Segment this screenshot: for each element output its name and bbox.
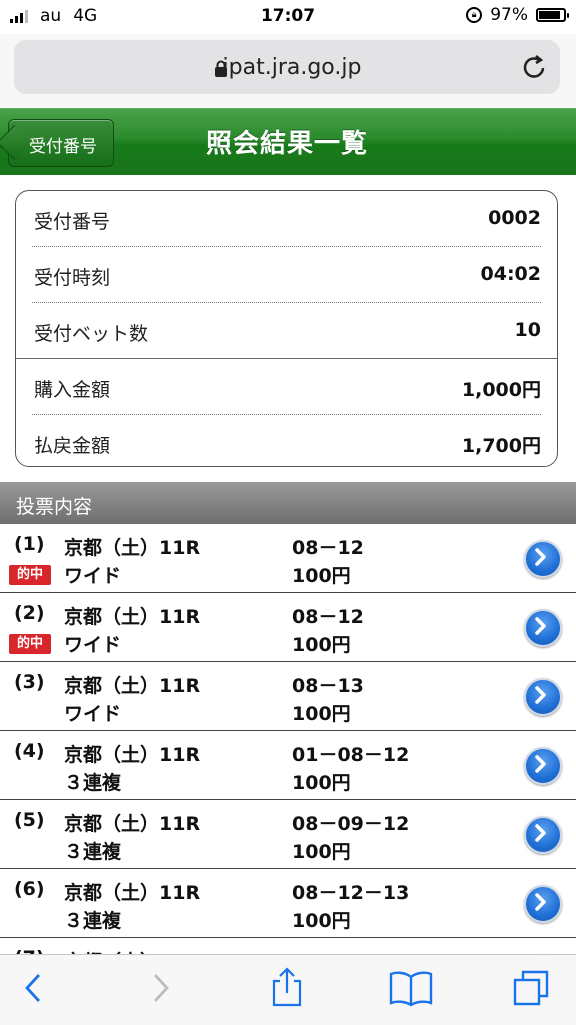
ticket-bet-type: ３連複 xyxy=(64,841,122,863)
detail-arrow-icon[interactable] xyxy=(524,540,562,578)
ticket-combination: 08－12 xyxy=(292,537,364,559)
ticket-bet-type: ３連複 xyxy=(64,910,122,932)
ticket-race: 京都（土）11R xyxy=(64,882,201,904)
ticket-race: 京都（土）11R xyxy=(64,675,201,697)
summary-row: 払戻金額 1,700円 xyxy=(32,415,541,466)
summary-row: 受付時刻 04:02 xyxy=(32,247,541,303)
ticket-number: (1) xyxy=(14,533,45,555)
battery-icon xyxy=(536,8,569,22)
browser-address-area: ipat.jra.go.jp xyxy=(0,34,576,108)
ticket-bet-type: ワイド xyxy=(64,565,122,587)
summary-value: 1,700円 xyxy=(461,435,541,457)
ticket-race: 京都（土）11R xyxy=(64,606,201,628)
ticket-amount: 100円 xyxy=(292,634,351,656)
ticket-row[interactable]: (4) 京都（土）11R 01－08－12 ３連複 100円 xyxy=(0,731,576,800)
ticket-amount: 100円 xyxy=(292,565,351,587)
hit-badge: 的中 xyxy=(9,565,51,585)
back-button-label: 受付番号 xyxy=(29,137,97,157)
ticket-combination: 08－12－13 xyxy=(292,882,410,904)
back-button[interactable]: 受付番号 xyxy=(0,119,114,167)
ticket-bet-type: ワイド xyxy=(64,703,122,725)
summary-label: 購入金額 xyxy=(34,379,111,401)
ticket-number: (5) xyxy=(14,809,45,831)
summary-label: 受付番号 xyxy=(34,211,111,233)
ticket-bet-type: ３連複 xyxy=(64,772,122,794)
battery-percent: 97% xyxy=(490,5,528,25)
ticket-number: (3) xyxy=(14,671,45,693)
summary-row: 受付番号 0002 xyxy=(32,191,541,247)
summary-value: 1,000円 xyxy=(461,379,541,401)
ticket-combination: 08－13 xyxy=(292,675,364,697)
summary-label: 受付時刻 xyxy=(34,267,111,289)
ticket-row[interactable]: (3) 京都（土）11R 08－13 ワイド 100円 xyxy=(0,662,576,731)
ticket-number: (6) xyxy=(14,878,45,900)
share-icon[interactable] xyxy=(270,967,304,1007)
ticket-combination: 08－12 xyxy=(292,606,364,628)
ticket-combination: 01－08－12 xyxy=(292,744,410,766)
ticket-race: 京都（土）11R xyxy=(64,813,201,835)
hit-badge: 的中 xyxy=(9,634,51,654)
back-nav-icon[interactable] xyxy=(22,971,44,1005)
ticket-combination: 08－09－12 xyxy=(292,813,410,835)
ticket-amount: 100円 xyxy=(292,910,351,932)
ticket-row[interactable]: (1) 京都（土）11R 08－12 ワイド 100円 的中 xyxy=(0,524,576,593)
ticket-race: 京都（土）11R xyxy=(64,744,201,766)
summary-row: 購入金額 1,000円 xyxy=(32,359,541,415)
summary-label: 払戻金額 xyxy=(34,435,111,457)
ticket-amount: 100円 xyxy=(292,772,351,794)
section-title: 投票内容 xyxy=(16,496,93,518)
detail-arrow-icon[interactable] xyxy=(524,678,562,716)
ticket-amount: 100円 xyxy=(292,841,351,863)
address-bar[interactable]: ipat.jra.go.jp xyxy=(14,40,560,94)
page-title: 照会結果一覧 xyxy=(206,129,369,159)
summary-value: 0002 xyxy=(488,207,541,229)
summary-row: 受付ベット数 10 xyxy=(32,303,541,358)
summary-label: 受付ベット数 xyxy=(34,323,149,345)
summary-value: 10 xyxy=(514,319,541,341)
detail-arrow-icon[interactable] xyxy=(524,816,562,854)
page-header: 受付番号 照会結果一覧 xyxy=(0,108,576,175)
rotation-lock-icon: 🔒︎ xyxy=(466,7,483,23)
reload-icon[interactable] xyxy=(522,53,548,81)
ticket-race: 京都（土）11R xyxy=(64,537,201,559)
bookmarks-icon[interactable] xyxy=(388,969,434,1007)
detail-arrow-icon[interactable] xyxy=(524,747,562,785)
ticket-number: (4) xyxy=(14,740,45,762)
back-arrow-icon xyxy=(0,124,33,161)
summary-value: 04:02 xyxy=(480,263,541,285)
section-header: 投票内容 xyxy=(0,482,576,524)
ticket-bet-type: ワイド xyxy=(64,634,122,656)
ticket-number: (2) xyxy=(14,602,45,624)
ticket-row[interactable]: (2) 京都（土）11R 08－12 ワイド 100円 的中 xyxy=(0,593,576,662)
detail-arrow-icon[interactable] xyxy=(524,885,562,923)
ticket-row[interactable]: (5) 京都（土）11R 08－09－12 ３連複 100円 xyxy=(0,800,576,869)
ticket-amount: 100円 xyxy=(292,703,351,725)
forward-nav-icon[interactable] xyxy=(150,971,172,1005)
browser-toolbar xyxy=(0,954,576,1025)
tabs-icon[interactable] xyxy=(512,969,552,1009)
status-bar: au 4G 17:07 🔒︎ 97% xyxy=(0,0,576,34)
ticket-row[interactable]: (6) 京都（土）11R 08－12－13 ３連複 100円 xyxy=(0,869,576,938)
detail-arrow-icon[interactable] xyxy=(524,609,562,647)
summary-panel: 受付番号 0002 受付時刻 04:02 受付ベット数 10 購入金額 1,00… xyxy=(15,190,558,467)
url-text: ipat.jra.go.jp xyxy=(222,55,362,80)
ticket-list: (1) 京都（土）11R 08－12 ワイド 100円 的中 (2) 京都（土）11R 08－1… xyxy=(0,524,576,1007)
